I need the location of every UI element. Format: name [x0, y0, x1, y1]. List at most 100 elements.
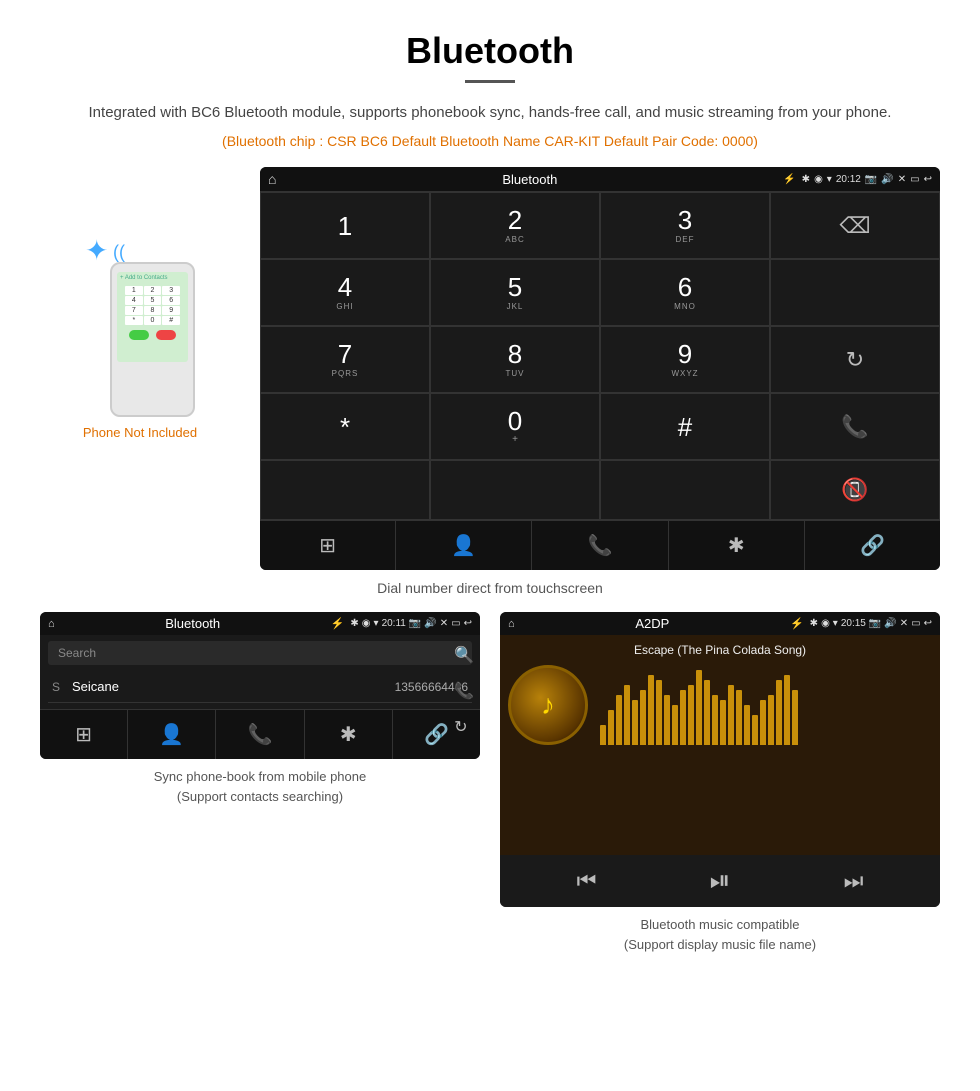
window-icon[interactable]: ▭ — [910, 174, 919, 185]
dial-key-8[interactable]: 8 TUV — [430, 326, 600, 393]
dial-key-1[interactable]: 1 — [260, 192, 430, 259]
dial-sub-3: DEF — [676, 235, 695, 244]
phonebook-caption: Sync phone-book from mobile phone(Suppor… — [154, 767, 366, 806]
contacts-icon-bottom-btn[interactable]: 👤 — [396, 521, 532, 570]
phonebook-screen: ⌂ Bluetooth ⚡ ✱ ◉ ▾ 20:11 📷 🔊 ✕ ▭ ↩ — [40, 612, 480, 759]
phone-keypad-mini: 123 456 789 *0# — [125, 286, 180, 325]
eq-bar-1 — [608, 710, 614, 745]
contacts-icon-bottom-btn[interactable]: 👤 — [128, 710, 216, 759]
dial-sub-5: JKL — [507, 302, 524, 311]
page-title: Bluetooth — [40, 30, 940, 72]
grid-icon-bottom-btn[interactable]: ⊞ — [40, 710, 128, 759]
dial-key-refresh[interactable]: ↻ — [770, 326, 940, 393]
phonebook-bottom-bar: ⊞👤📞 ✱ 🔗 — [40, 709, 480, 759]
close-pb-icon[interactable]: ✕ — [440, 618, 448, 629]
call-icon-bottom-btn[interactable]: 📞 — [532, 521, 668, 570]
eq-bar-11 — [688, 685, 694, 745]
music-album-area: ♪ — [508, 665, 932, 745]
search-side-icon[interactable]: 🔍 — [454, 645, 474, 665]
dial-key-2[interactable]: 2ABC — [430, 192, 600, 259]
dial-sub-9: WXYZ — [671, 369, 698, 378]
bluetooth-icon-bottom-btn[interactable]: ✱ — [669, 521, 805, 570]
music-content: Escape (The Pina Colada Song) ♪ — [500, 635, 940, 855]
eq-bar-23 — [784, 675, 790, 745]
eq-bar-17 — [736, 690, 742, 745]
dial-key-backspace[interactable]: ⌫ — [770, 192, 940, 259]
eq-bar-2 — [616, 695, 622, 745]
dial-key-9[interactable]: 9 WXYZ — [600, 326, 770, 393]
home-icon[interactable]: ⌂ — [268, 171, 276, 187]
dial-num-9: 9 — [678, 341, 692, 367]
status-right-icons: ✱ ◉ ▾ 20:12 📷 🔊 ✕ ▭ ↩ — [802, 174, 932, 185]
dial-key-empty — [600, 460, 770, 520]
vol-pb-icon: 🔊 — [424, 618, 436, 629]
phone-not-included-label: Phone Not Included — [83, 425, 197, 440]
dial-key-5[interactable]: 5JKL — [430, 259, 600, 326]
back-icon[interactable]: ↩ — [924, 174, 932, 185]
usb-icon: ⚡ — [783, 174, 795, 185]
music-screen: ⌂ A2DP ⚡ ✱ ◉ ▾ 20:15 📷 🔊 ✕ ▭ ↩ Escape (T… — [500, 612, 940, 907]
refresh-icon: ↻ — [846, 347, 864, 373]
grid-icon-bottom-btn[interactable]: ⊞ — [260, 521, 396, 570]
dial-sub-8: TUV — [506, 369, 525, 378]
dial-num-2: 2 — [508, 207, 522, 233]
refresh-side-icon[interactable]: ↻ — [454, 717, 474, 737]
dial-key-zero-plus[interactable]: 0+ — [430, 393, 600, 460]
close-icon[interactable]: ✕ — [898, 174, 906, 185]
link-icon-bottom-btn[interactable]: 🔗 — [805, 521, 940, 570]
eq-bar-19 — [752, 715, 758, 745]
dial-num-0: 0 — [508, 408, 522, 434]
dial-key-7[interactable]: 7PQRS — [260, 326, 430, 393]
close-music-icon[interactable]: ✕ — [900, 618, 908, 629]
link-icon: 🔗 — [860, 533, 885, 558]
phonebook-status-bar: ⌂ Bluetooth ⚡ ✱ ◉ ▾ 20:11 📷 🔊 ✕ ▭ ↩ — [40, 612, 480, 635]
prev-track-button[interactable]: ⏮ — [577, 868, 597, 894]
win-pb-icon[interactable]: ▭ — [451, 618, 460, 629]
music-caption: Bluetooth music compatible(Support displ… — [624, 915, 816, 954]
eq-bar-15 — [720, 700, 726, 745]
add-contact-label: + Add to Contacts — [120, 275, 185, 281]
dial-num-8: 8 — [508, 341, 522, 367]
bluetooth-icon-bottom-btn[interactable]: ✱ — [305, 710, 393, 759]
dial-num-1: 1 — [338, 213, 352, 239]
backspace-icon: ⌫ — [839, 213, 870, 239]
dial-key-end-red[interactable]: 📵 — [770, 460, 940, 520]
call-side-icon[interactable]: 📞 — [454, 681, 474, 701]
eq-bar-18 — [744, 705, 750, 745]
signal-waves-icon: (( — [113, 242, 125, 263]
bluetooth-icon: ✱ — [340, 722, 357, 747]
next-track-button[interactable]: ⏭ — [844, 868, 864, 894]
back-pb-icon[interactable]: ↩ — [464, 618, 472, 629]
music-col: ⌂ A2DP ⚡ ✱ ◉ ▾ 20:15 📷 🔊 ✕ ▭ ↩ Escape (T… — [500, 612, 940, 954]
call-icon-bottom-btn[interactable]: 📞 — [216, 710, 304, 759]
eq-bar-9 — [672, 705, 678, 745]
contact-letter: S — [52, 680, 64, 694]
dial-key-#[interactable]: # — [600, 393, 770, 460]
home-icon-music[interactable]: ⌂ — [508, 618, 515, 630]
music-status-right: ✱ ◉ ▾ 20:15 📷 🔊 ✕ ▭ ↩ — [810, 618, 932, 629]
home-icon-pb[interactable]: ⌂ — [48, 618, 55, 630]
description-text: Integrated with BC6 Bluetooth module, su… — [40, 101, 940, 125]
dial-key-6[interactable]: 6MNO — [600, 259, 770, 326]
dial-key-3[interactable]: 3DEF — [600, 192, 770, 259]
eq-bar-16 — [728, 685, 734, 745]
music-screen-title: A2DP — [521, 616, 784, 631]
usb-icon-music: ⚡ — [790, 617, 804, 630]
contact-row[interactable]: S Seicane 13566664466 — [48, 671, 472, 703]
dial-key-empty — [430, 460, 600, 520]
phone-screen: + Add to Contacts 123 456 789 *0# — [117, 272, 188, 362]
dial-key-*[interactable]: * — [260, 393, 430, 460]
album-art: ♪ — [508, 665, 588, 745]
usb-icon-pb: ⚡ — [331, 617, 345, 630]
pb-status-right: ✱ ◉ ▾ 20:11 📷 🔊 ✕ ▭ ↩ — [350, 618, 472, 629]
song-title: Escape (The Pina Colada Song) — [508, 643, 932, 657]
dial-key-call-green[interactable]: 📞 — [770, 393, 940, 460]
link-icon: 🔗 — [424, 722, 449, 747]
dial-key-4[interactable]: 4GHI — [260, 259, 430, 326]
win-music-icon[interactable]: ▭ — [911, 618, 920, 629]
play-pause-button[interactable]: ⏯ — [710, 865, 731, 897]
bt-signal-graphic: ✦ (( — [85, 237, 108, 265]
back-music-icon[interactable]: ↩ — [924, 618, 932, 629]
dial-key-empty — [260, 460, 430, 520]
search-bar[interactable]: Search — [48, 641, 472, 665]
